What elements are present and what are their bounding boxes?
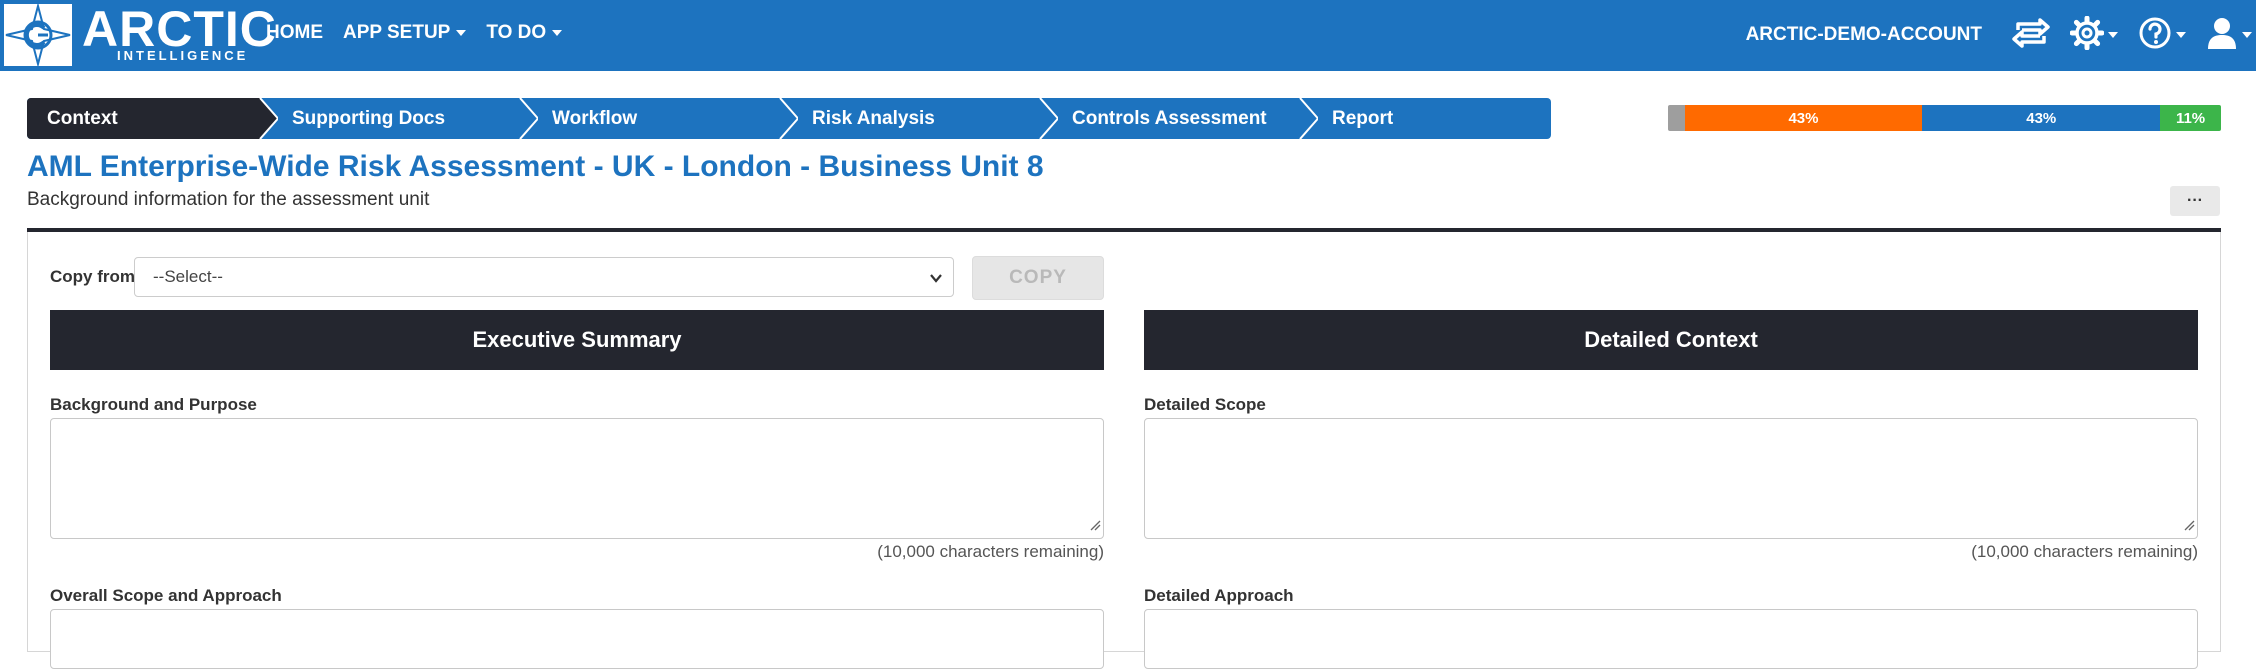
main-menu: HOME APP SETUP TO DO [266, 22, 563, 44]
step-label: Controls Assessment [1072, 107, 1267, 129]
executive-summary-header: Executive Summary [50, 310, 1104, 370]
caret-down-icon [552, 30, 563, 36]
detailed-context-header: Detailed Context [1144, 310, 2198, 370]
page-subtitle: Background information for the assessmen… [27, 189, 430, 210]
top-navbar: ARCTIC INTELLIGENCE HOME APP SETUP TO DO… [0, 0, 2256, 71]
step-report[interactable]: Report [1300, 98, 1551, 139]
copy-from-label: Copy from [50, 267, 135, 286]
step-label: Supporting Docs [292, 107, 446, 129]
nav-app-setup-label: APP SETUP [343, 22, 451, 43]
progress-segment: 43% [1684, 105, 1923, 131]
logo-subtitle: INTELLIGENCE [117, 48, 249, 63]
workflow-stepper: Context Supporting Docs Workflow Risk An… [27, 98, 1551, 139]
caret-down-icon [456, 30, 467, 36]
help-menu[interactable] [2138, 16, 2186, 55]
step-controls-assessment[interactable]: Controls Assessment [1040, 98, 1318, 139]
nav-to-do-label: TO DO [486, 22, 547, 43]
detailed-scope-label: Detailed Scope [1144, 395, 1266, 414]
resize-handle-icon[interactable] [2183, 518, 2195, 536]
logo-compass-icon [2, 2, 74, 68]
nav-home-label: HOME [266, 22, 323, 43]
progress-segment: 43% [1922, 105, 2161, 131]
progress-segment [1668, 105, 1685, 131]
copy-button[interactable]: COPY [972, 256, 1104, 300]
user-menu: ARCTIC-DEMO-ACCOUNT [1746, 14, 2256, 56]
more-options-button[interactable]: ··· [2170, 186, 2220, 216]
switch-account-button[interactable] [2012, 17, 2050, 53]
account-name[interactable]: ARCTIC-DEMO-ACCOUNT [1746, 24, 1982, 46]
overall-scope-textarea[interactable] [50, 609, 1104, 669]
gear-icon [2069, 15, 2105, 55]
detailed-scope-remaining: (10,000 characters remaining) [1971, 542, 2198, 561]
logo[interactable]: ARCTIC INTELLIGENCE [0, 0, 276, 69]
overall-scope-label: Overall Scope and Approach [50, 586, 282, 605]
user-profile-menu[interactable] [2206, 16, 2252, 55]
nav-app-setup[interactable]: APP SETUP [343, 22, 467, 44]
logo-name: ARCTIC [82, 1, 277, 57]
nav-home[interactable]: HOME [266, 22, 323, 44]
step-context[interactable]: Context [27, 98, 278, 139]
step-label: Context [47, 107, 118, 129]
copy-from-select-value: --Select-- [153, 267, 223, 286]
resize-handle-icon[interactable] [1089, 518, 1101, 536]
caret-down-icon [2176, 32, 2186, 38]
copy-from-select[interactable]: --Select-- [134, 257, 954, 297]
detailed-scope-textarea[interactable] [1144, 418, 2198, 539]
step-label: Workflow [552, 107, 638, 129]
step-label: Risk Analysis [812, 107, 935, 129]
caret-down-icon [2108, 32, 2118, 38]
background-purpose-textarea[interactable] [50, 418, 1104, 539]
background-purpose-remaining: (10,000 characters remaining) [877, 542, 1104, 561]
page-title: AML Enterprise-Wide Risk Assessment - UK… [27, 150, 1044, 183]
detailed-approach-textarea[interactable] [1144, 609, 2198, 669]
step-risk-analysis[interactable]: Risk Analysis [780, 98, 1058, 139]
completion-progress-bar: 43% 43% 11% [1668, 105, 2221, 131]
chevron-down-icon [929, 270, 943, 290]
step-supporting-docs[interactable]: Supporting Docs [260, 98, 538, 139]
step-workflow[interactable]: Workflow [520, 98, 798, 139]
help-icon [2138, 16, 2172, 55]
user-icon [2206, 16, 2238, 55]
retweet-icon [2012, 17, 2050, 53]
settings-menu[interactable] [2069, 15, 2118, 55]
progress-segment: 11% [2160, 105, 2221, 131]
background-purpose-label: Background and Purpose [50, 395, 257, 414]
caret-down-icon [2242, 32, 2252, 38]
detailed-approach-label: Detailed Approach [1144, 586, 1294, 605]
nav-to-do[interactable]: TO DO [486, 22, 563, 44]
step-label: Report [1332, 107, 1394, 129]
